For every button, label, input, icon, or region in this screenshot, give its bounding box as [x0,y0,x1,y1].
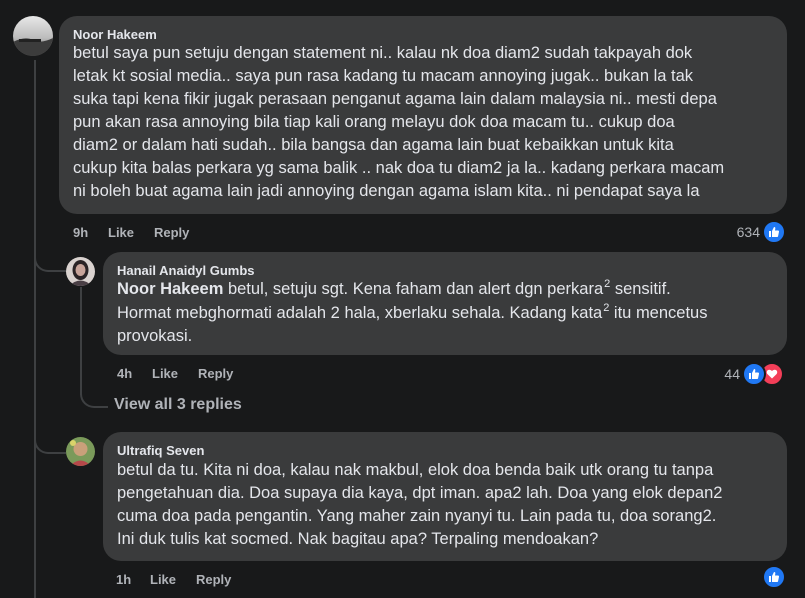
like-icon[interactable] [762,565,786,589]
comment-text-line: Noor Hakeem betul, setuju sgt. Kena faha… [117,278,671,303]
avatar-ultrafiq-seven[interactable] [66,437,95,466]
comment-text-fragment: sensitif. [610,280,671,298]
comment-text-line: diam2 or dalam hati sudah.. bila bangsa … [73,136,674,154]
comment-text-line: betul saya pun setuju dengan statement n… [73,44,693,62]
avatar-hanail-anaidyl-gumbs[interactable] [66,257,95,286]
comment-text-fragment: betul, setuju sgt. Kena faham dan alert … [223,280,604,298]
reply-button[interactable]: Reply [198,366,233,381]
comment-text-line: cukup kita balas perkara yg sama balik .… [73,159,725,177]
reply-button[interactable]: Reply [196,572,231,587]
comment-text-line: ni boleh buat agama lain jadi annoying d… [73,182,700,200]
comment-author[interactable]: Hanail Anaidyl Gumbs [117,263,255,278]
comment-text-fragment: Hormat mebghormati adalah 2 hala, xberla… [117,304,603,322]
comment-timestamp[interactable]: 1h [116,572,131,587]
comment-text-line: Hormat mebghormati adalah 2 hala, xberla… [117,302,707,327]
thread-connector-reply-2 [34,428,66,454]
thread-line-main [34,60,36,598]
comment-text-line: pengetahuan dia. Doa supaya dia kaya, dp… [117,484,723,502]
comment-timestamp[interactable]: 4h [117,366,132,381]
thread-connector-reply-1 [34,246,66,272]
view-all-replies-link[interactable]: View all 3 replies [114,396,242,414]
superscript: 2 [603,302,610,314]
reaction-count[interactable]: 634 [700,224,760,240]
comment-text-line: pun akan rasa annoying bila tiap kali or… [73,113,675,131]
mention-link[interactable]: Noor Hakeem [117,280,223,298]
like-icon[interactable] [742,362,766,386]
comment-author[interactable]: Noor Hakeem [73,27,157,42]
comment-text-line: letak kt sosial media.. saya pun rasa ka… [73,67,694,85]
comment-text-line: betul da tu. Kita ni doa, kalau nak makb… [117,461,714,479]
comment-text-fragment: itu mencetus [609,304,708,322]
comment-text-line: cuma doa pada pengantin. Yang maher zain… [117,507,717,525]
thread-line-reply-1 [80,287,82,395]
reaction-count[interactable]: 44 [680,366,740,382]
like-button[interactable]: Like [108,225,134,240]
reply-button[interactable]: Reply [154,225,189,240]
like-button[interactable]: Like [150,572,176,587]
comment-timestamp[interactable]: 9h [73,225,88,240]
like-icon[interactable] [762,220,786,244]
comment-text-line: suka tapi kena fikir jugak perasaan peng… [73,90,717,108]
thread-connector-view-replies [80,388,108,408]
superscript: 2 [604,278,611,290]
comment-text-line: provokasi. [117,327,193,345]
comment-author[interactable]: Ultrafiq Seven [117,443,204,458]
comment-text-line: Ini duk tulis kat socmed. Nak bagitau ap… [117,530,599,548]
avatar-noor-hakeem[interactable] [13,16,53,56]
like-button[interactable]: Like [152,366,178,381]
